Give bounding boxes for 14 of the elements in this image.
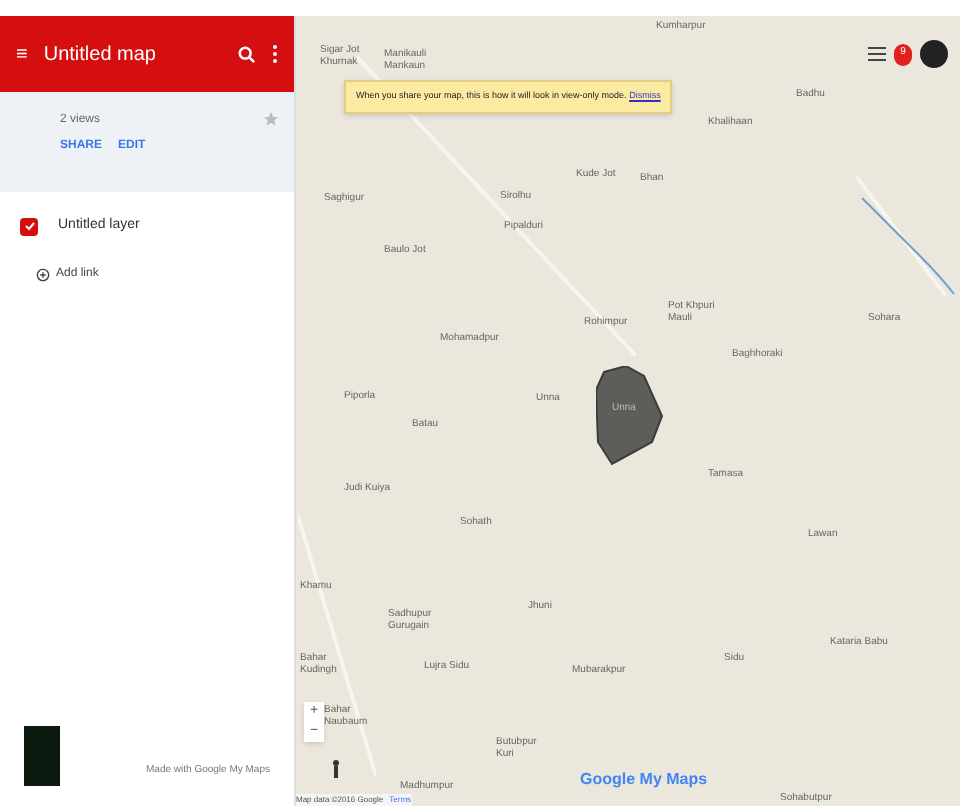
pegman-icon[interactable] (332, 760, 340, 778)
search-icon[interactable] (238, 45, 256, 63)
google-my-maps-logo: Google My Maps (580, 768, 708, 792)
road-line (856, 176, 946, 296)
add-icon (36, 267, 50, 281)
area-polygon[interactable] (596, 366, 664, 466)
menu-icon[interactable]: ≡ (16, 39, 28, 69)
list-icon[interactable] (868, 46, 886, 62)
layer-checkbox[interactable] (20, 217, 38, 236)
star-icon[interactable] (264, 112, 278, 126)
river-icon (860, 196, 956, 296)
photo-placeholder (24, 726, 60, 786)
more-icon[interactable] (272, 44, 278, 64)
map-title[interactable]: Untitled map (43, 39, 222, 69)
